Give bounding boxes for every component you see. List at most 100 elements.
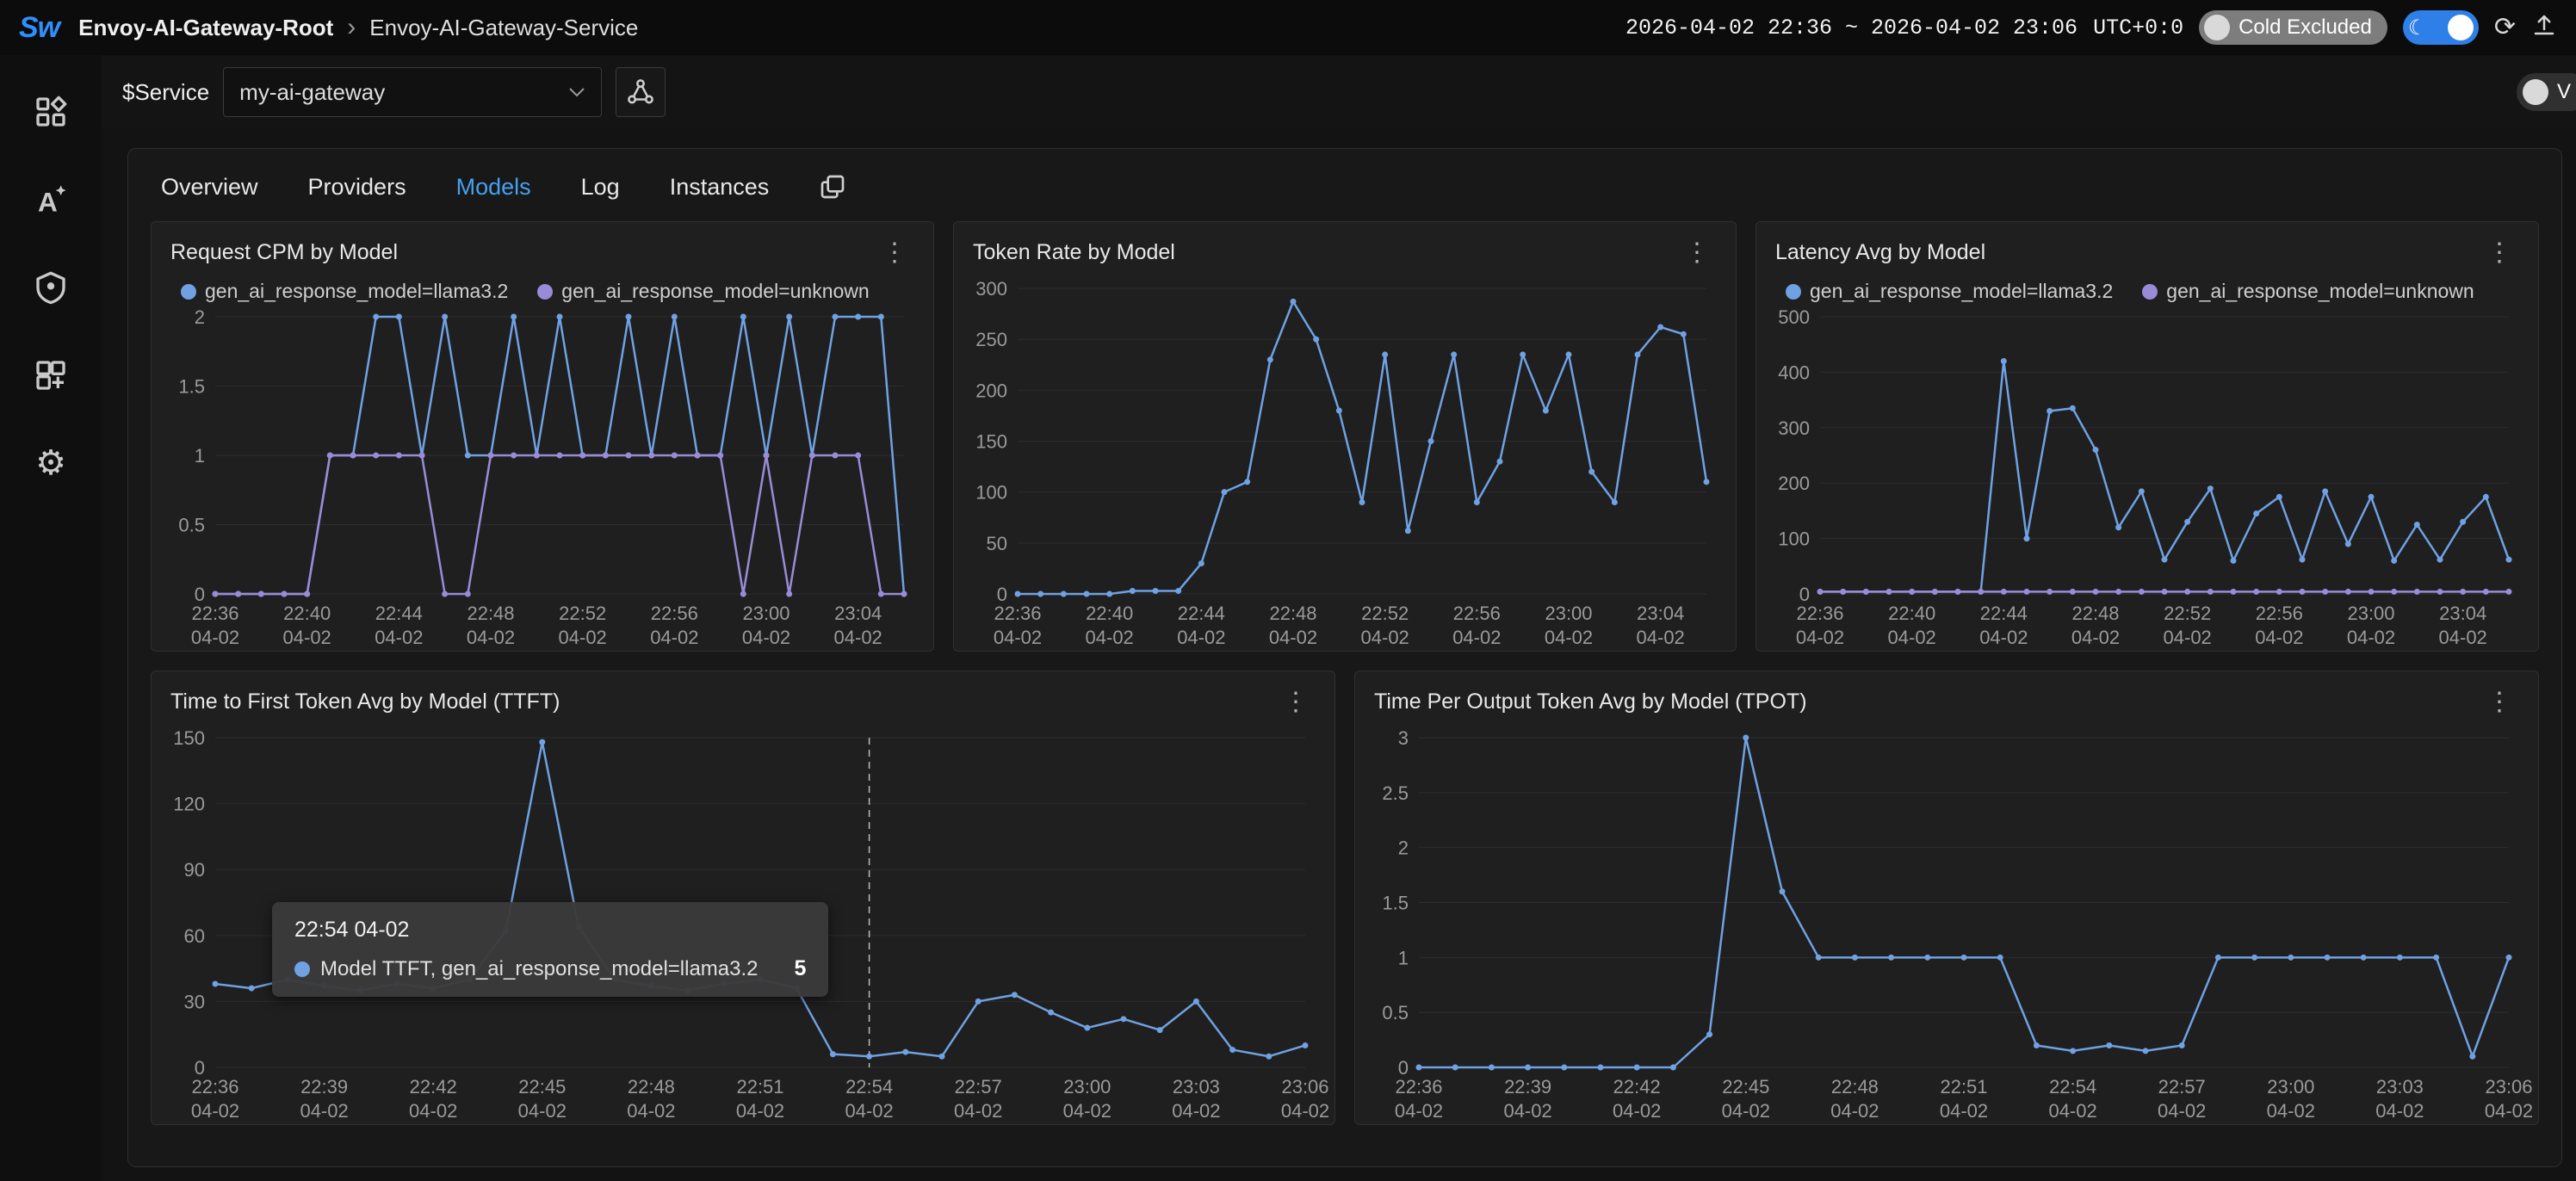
svg-text:2: 2: [1398, 838, 1409, 859]
svg-text:23:04: 23:04: [2439, 603, 2486, 624]
svg-text:1: 1: [195, 445, 205, 467]
svg-text:100: 100: [1778, 529, 1810, 550]
tooltip-series-dot-icon: [294, 961, 310, 977]
ai-icon[interactable]: A: [32, 181, 70, 219]
tooltip-value: 5: [795, 956, 807, 981]
svg-text:04-02: 04-02: [2048, 1100, 2096, 1122]
svg-text:0.5: 0.5: [178, 515, 205, 536]
svg-text:04-02: 04-02: [1172, 1100, 1220, 1122]
refresh-icon[interactable]: ⟳: [2494, 15, 2516, 40]
dark-mode-toggle[interactable]: ☾: [2403, 10, 2479, 45]
svg-text:1.5: 1.5: [178, 376, 205, 398]
skywalking-logo[interactable]: Sw: [19, 11, 59, 45]
legend-item[interactable]: gen_ai_response_model=llama3.2: [1786, 280, 2113, 303]
svg-text:400: 400: [1778, 362, 1810, 383]
svg-text:22:48: 22:48: [2071, 603, 2119, 624]
legend-item[interactable]: gen_ai_response_model=unknown: [2142, 280, 2474, 303]
chart-title: Token Rate by Model: [973, 240, 1175, 265]
widgets-icon[interactable]: [32, 356, 70, 394]
dashboard-icon[interactable]: [32, 93, 70, 131]
breadcrumb: Envoy-AI-Gateway-Root › Envoy-AI-Gateway…: [78, 13, 638, 42]
tab-instances[interactable]: Instances: [670, 174, 770, 201]
breadcrumb-service[interactable]: Envoy-AI-Gateway-Service: [369, 15, 638, 41]
svg-text:23:06: 23:06: [1281, 1076, 1328, 1098]
svg-text:2.5: 2.5: [1382, 782, 1409, 804]
kebab-menu-icon[interactable]: ⋮: [2480, 238, 2519, 268]
settings-gear-icon[interactable]: ⚙: [32, 444, 70, 482]
export-icon[interactable]: [2531, 12, 2557, 43]
svg-text:04-02: 04-02: [2347, 627, 2395, 648]
svg-text:22:42: 22:42: [1613, 1076, 1661, 1098]
legend-label: gen_ai_response_model=unknown: [561, 280, 869, 303]
svg-text:22:48: 22:48: [628, 1076, 675, 1098]
tab-log[interactable]: Log: [581, 174, 620, 201]
svg-text:23:00: 23:00: [2347, 603, 2394, 624]
legend-label: gen_ai_response_model=unknown: [2166, 280, 2474, 303]
svg-text:22:56: 22:56: [651, 603, 698, 624]
alert-shield-icon[interactable]: [32, 269, 70, 306]
tab-models[interactable]: Models: [456, 174, 531, 201]
svg-text:04-02: 04-02: [559, 627, 607, 648]
latency-avg-line-chart[interactable]: 010020030040050022:3604-0222:4004-0222:4…: [1756, 303, 2538, 651]
tab-overview[interactable]: Overview: [161, 174, 258, 201]
svg-text:30: 30: [184, 991, 205, 1012]
version-toggle[interactable]: V: [2517, 73, 2576, 111]
svg-text:04-02: 04-02: [2439, 627, 2487, 648]
svg-text:04-02: 04-02: [2164, 627, 2212, 648]
kebab-menu-icon[interactable]: ⋮: [1677, 238, 1717, 268]
chart-row-2: Time to First Token Avg by Model (TTFT) …: [151, 671, 2539, 1125]
toggle-knob-icon: [2523, 79, 2548, 105]
svg-text:100: 100: [975, 482, 1007, 504]
svg-text:04-02: 04-02: [1940, 1100, 1988, 1122]
svg-text:04-02: 04-02: [845, 1100, 893, 1122]
topology-button[interactable]: [616, 67, 666, 117]
svg-text:150: 150: [173, 727, 205, 749]
chart-card-latency-avg: Latency Avg by Model ⋮ gen_ai_response_m…: [1756, 221, 2539, 652]
kebab-menu-icon[interactable]: ⋮: [875, 238, 914, 268]
service-select[interactable]: my-ai-gateway: [223, 67, 602, 117]
svg-text:04-02: 04-02: [834, 627, 882, 648]
chart-card-tpot: Time Per Output Token Avg by Model (TPOT…: [1354, 671, 2539, 1125]
svg-text:04-02: 04-02: [2255, 627, 2303, 648]
legend-item[interactable]: gen_ai_response_model=unknown: [537, 280, 869, 303]
svg-text:23:00: 23:00: [742, 603, 790, 624]
svg-text:04-02: 04-02: [2158, 1100, 2206, 1122]
tooltip-series-label: Model TTFT, gen_ai_response_model=llama3…: [320, 957, 759, 981]
kebab-menu-icon[interactable]: ⋮: [2480, 687, 2519, 717]
svg-text:22:57: 22:57: [955, 1076, 1002, 1098]
chart-title: Time to First Token Avg by Model (TTFT): [170, 689, 560, 714]
svg-text:23:00: 23:00: [2267, 1076, 2314, 1098]
breadcrumb-root[interactable]: Envoy-AI-Gateway-Root: [78, 15, 333, 41]
cold-excluded-toggle[interactable]: Cold Excluded: [2199, 10, 2387, 45]
legend-item[interactable]: gen_ai_response_model=llama3.2: [181, 280, 508, 303]
svg-text:04-02: 04-02: [1177, 627, 1225, 648]
svg-text:04-02: 04-02: [518, 1100, 567, 1122]
sidebar: A ⚙: [0, 55, 102, 1181]
svg-text:04-02: 04-02: [1086, 627, 1134, 648]
svg-text:22:56: 22:56: [1453, 603, 1501, 624]
svg-text:22:44: 22:44: [1178, 603, 1225, 624]
request-cpm-line-chart[interactable]: 00.511.5222:3604-0222:4004-0222:4404-022…: [152, 303, 933, 651]
svg-text:22:54: 22:54: [845, 1076, 893, 1098]
topology-icon: [626, 77, 655, 107]
svg-text:04-02: 04-02: [1361, 627, 1409, 648]
chevron-down-icon: [568, 87, 585, 97]
toggle-knob-icon: [2448, 15, 2474, 40]
tpot-line-chart[interactable]: 00.511.522.5322:3604-0222:3904-0222:4204…: [1355, 724, 2538, 1124]
svg-text:04-02: 04-02: [2375, 1100, 2424, 1122]
kebab-menu-icon[interactable]: ⋮: [1276, 687, 1316, 717]
svg-text:04-02: 04-02: [954, 1100, 1002, 1122]
chart-card-token-rate: Token Rate by Model ⋮ 050100150200250300…: [953, 221, 1737, 652]
chart-title: Time Per Output Token Avg by Model (TPOT…: [1374, 689, 1807, 714]
svg-text:200: 200: [975, 380, 1007, 401]
token-rate-line-chart[interactable]: 05010015020025030022:3604-0222:4004-0222…: [954, 275, 1736, 651]
moon-icon: ☾: [2408, 15, 2427, 40]
tab-providers[interactable]: Providers: [308, 174, 406, 201]
time-range-picker[interactable]: 2026-04-02 22:36 ~ 2026-04-02 23:06: [1625, 15, 2078, 40]
svg-text:3: 3: [1398, 727, 1409, 749]
chart-title: Request CPM by Model: [170, 240, 398, 265]
svg-text:200: 200: [1778, 473, 1810, 494]
copy-pages-icon[interactable]: [819, 173, 846, 201]
utc-offset[interactable]: UTC+0:0: [2093, 15, 2183, 40]
svg-text:22:54: 22:54: [2049, 1076, 2096, 1098]
